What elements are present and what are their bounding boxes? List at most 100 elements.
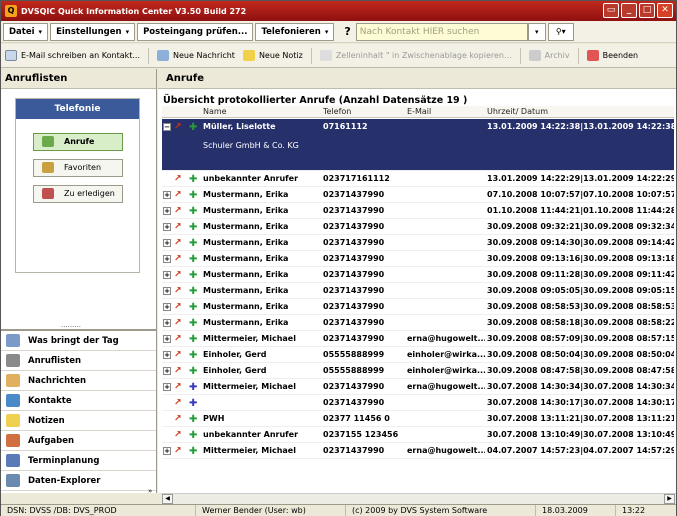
menu-einstellungen[interactable]: Einstellungen ▾ xyxy=(50,22,136,41)
column-phone[interactable]: Telefon xyxy=(323,107,351,116)
table-row[interactable]: ↗ ✚ unbekannter Anrufer 023717161112 13.01.2… xyxy=(162,171,674,187)
toolbar: E-Mail schreiben an Kontakt... Neue Nach… xyxy=(1,44,676,68)
cell-name: unbekannter Anrufer xyxy=(203,174,299,183)
menu-telefonieren[interactable]: Telefonieren ▾ xyxy=(255,22,335,41)
table-row[interactable]: + ↗ ✚ Mustermann, Erika 02371437990 01.10.200… xyxy=(162,203,674,219)
nav-item-terminplanung[interactable]: Terminplanung xyxy=(1,451,156,471)
archive-button[interactable]: Archiv xyxy=(528,50,570,61)
scroll-left-icon[interactable]: ◀ xyxy=(162,494,173,504)
expand-icon[interactable]: + xyxy=(163,271,171,279)
restore-icon[interactable]: ▭ xyxy=(603,3,619,18)
cell-phone: 02371437990 xyxy=(323,446,385,455)
contact-type-icon: ✚ xyxy=(189,366,198,377)
help-icon[interactable]: ? xyxy=(344,25,350,38)
favorites-button[interactable]: Favoriten xyxy=(33,159,123,177)
chevron-down-icon[interactable]: » xyxy=(148,487,152,495)
todo-button[interactable]: Zu erledigen xyxy=(33,185,123,203)
calendar-icon xyxy=(6,454,20,467)
cell-datetime: 30.09.2008 09:13:16|30.09.2008 09:13:18 xyxy=(487,254,674,263)
expand-icon[interactable]: + xyxy=(163,255,171,263)
nav-item-tag[interactable]: Was bringt der Tag xyxy=(1,331,156,351)
expand-icon[interactable]: + xyxy=(163,351,171,359)
table-row[interactable]: ↗ ✚ unbekannter Anrufer 0237155 123456 30.07… xyxy=(162,427,674,443)
search-button[interactable]: ⚲▾ xyxy=(547,22,574,41)
expand-icon[interactable]: + xyxy=(163,191,171,199)
table-row[interactable]: + ↗ ✚ Mustermann, Erika 02371437990 30.09.200… xyxy=(162,315,674,331)
nav-item-nachrichten[interactable]: Nachrichten xyxy=(1,371,156,391)
splitter-handle[interactable]: ......... xyxy=(61,321,81,329)
column-email[interactable]: E-Mail xyxy=(407,107,431,116)
nav-item-kontakte[interactable]: Kontakte xyxy=(1,391,156,411)
table-row[interactable]: + ↗ ✚ Mustermann, Erika 02371437990 30.09.200… xyxy=(162,235,674,251)
table-row[interactable]: + ↗ ✚ Mustermann, Erika 02371437990 30.09.200… xyxy=(162,283,674,299)
cell-datetime: 30.07.2008 13:10:49|30.07.2008 13:10:49 xyxy=(487,430,674,439)
table-row[interactable]: + ↗ ✚ Mustermann, Erika 02371437990 30.09.200… xyxy=(162,299,674,315)
table-row[interactable]: + ↗ ✚ Mustermann, Erika 02371437990 30.09.200… xyxy=(162,219,674,235)
table-row[interactable]: + ↗ ✚ Mittermeier, Michael 02371437990 erna@h… xyxy=(162,443,674,459)
cell-name: Mustermann, Erika xyxy=(203,222,289,231)
expand-icon[interactable]: + xyxy=(163,239,171,247)
table-header: Name Telefon E-Mail Uhrzeit/ Datum xyxy=(162,106,674,118)
nav-item-daten-explorer[interactable]: Daten-Explorer xyxy=(1,471,156,491)
expand-icon[interactable]: − xyxy=(163,123,171,131)
expand-icon[interactable]: + xyxy=(163,287,171,295)
expand-icon[interactable]: + xyxy=(163,319,171,327)
table-row[interactable]: + ↗ ✚ Mittermeier, Michael 02371437990 erna@h… xyxy=(162,379,674,395)
cell-name: Mustermann, Erika xyxy=(203,286,289,295)
maximize-button[interactable]: □ xyxy=(639,3,655,18)
column-name[interactable]: Name xyxy=(203,107,227,116)
horizontal-scrollbar[interactable]: ◀ ▶ xyxy=(161,493,676,504)
expand-icon[interactable]: + xyxy=(163,383,171,391)
expand-icon[interactable]: + xyxy=(163,447,171,455)
nav-item-anruflisten[interactable]: Anruflisten xyxy=(1,351,156,371)
telephony-group-title: Telefonie xyxy=(16,99,139,119)
table-row[interactable]: − ↗ ✚ Müller, Liselotte 07161112 13.01.2009 1… xyxy=(162,119,674,171)
nav-item-aufgaben[interactable]: Aufgaben xyxy=(1,431,156,451)
expand-icon[interactable]: + xyxy=(163,223,171,231)
table-row[interactable]: + ↗ ✚ Mittermeier, Michael 02371437990 erna@h… xyxy=(162,331,674,347)
menu-posteingang[interactable]: Posteingang prüfen... xyxy=(137,22,254,41)
menu-datei[interactable]: Datei ▾ xyxy=(3,22,49,41)
table-row[interactable]: + ↗ ✚ Mustermann, Erika 02371437990 30.09.200… xyxy=(162,251,674,267)
table-row[interactable]: ↗ ✚ 02371437990 30.07.2008 14:30:17|30.07.2… xyxy=(162,395,674,411)
explorer-icon xyxy=(6,474,20,487)
contact-search-input[interactable]: Nach Kontakt HIER suchen xyxy=(355,22,528,41)
calls-button[interactable]: Anrufe xyxy=(33,133,123,151)
cell-name: Mustermann, Erika xyxy=(203,270,289,279)
minimize-button[interactable]: _ xyxy=(621,3,637,18)
menu-bar: Datei ▾ Einstellungen ▾ Posteingang prüfen… xyxy=(1,21,676,43)
expand-icon[interactable]: + xyxy=(163,367,171,375)
copy-cell-button[interactable]: Zelleninhalt " in Zwischenablage kopiere… xyxy=(319,50,512,61)
table-row[interactable]: + ↗ ✚ Einholer, Gerd 05555888999 einholer@wir… xyxy=(162,363,674,379)
nav-item-notizen[interactable]: Notizen xyxy=(1,411,156,431)
new-message-button[interactable]: Neue Nachricht xyxy=(157,50,235,61)
column-datetime[interactable]: Uhrzeit/ Datum xyxy=(487,107,548,116)
close-button[interactable]: ✕ xyxy=(657,3,673,18)
expand-icon[interactable]: + xyxy=(163,335,171,343)
expand-icon[interactable]: + xyxy=(163,303,171,311)
scroll-right-icon[interactable]: ▶ xyxy=(664,494,675,504)
search-dropdown-icon[interactable]: ▾ xyxy=(527,22,546,41)
cell-phone: 07161112 xyxy=(323,122,368,131)
cell-datetime: 30.09.2008 08:58:18|30.09.2008 08:58:22 xyxy=(487,318,674,327)
cell-datetime: 30.09.2008 09:05:05|30.09.2008 09:05:15 xyxy=(487,286,674,295)
email-write-button[interactable]: E-Mail schreiben an Kontakt... xyxy=(5,50,140,61)
title-bar[interactable]: Q DVSQIC Quick Information Center V3.50 … xyxy=(1,1,676,21)
right-panel: Anrufe Übersicht protokollierter Anrufe … xyxy=(158,69,676,493)
expand-icon[interactable]: + xyxy=(163,207,171,215)
cell-datetime: 30.09.2008 09:14:30|30.09.2008 09:14:42 xyxy=(487,238,674,247)
email-icon xyxy=(5,50,17,61)
calendar-day-icon xyxy=(6,334,20,347)
cell-phone: 0237155 123456 xyxy=(323,430,399,439)
contact-type-icon: ✚ xyxy=(189,430,198,441)
table-row[interactable]: + ↗ ✚ Mustermann, Erika 02371437990 30.09.200… xyxy=(162,267,674,283)
contact-type-icon: ✚ xyxy=(189,238,198,249)
new-note-button[interactable]: Neue Notiz xyxy=(242,50,303,61)
cell-phone: 02371437990 xyxy=(323,190,385,199)
cell-email: erna@hugowelt... xyxy=(407,446,485,455)
table-row[interactable]: + ↗ ✚ Einholer, Gerd 05555888999 einholer@wir… xyxy=(162,347,674,363)
calls-table: − ↗ ✚ Müller, Liselotte 07161112 13.01.2009 1… xyxy=(162,119,674,459)
exit-button[interactable]: Beenden xyxy=(586,50,638,61)
table-row[interactable]: + ↗ ✚ Mustermann, Erika 02371437990 07.10.200… xyxy=(162,187,674,203)
table-row[interactable]: ↗ ✚ PWH 02377 11456 0 30.07.2008 13:11:21|30… xyxy=(162,411,674,427)
